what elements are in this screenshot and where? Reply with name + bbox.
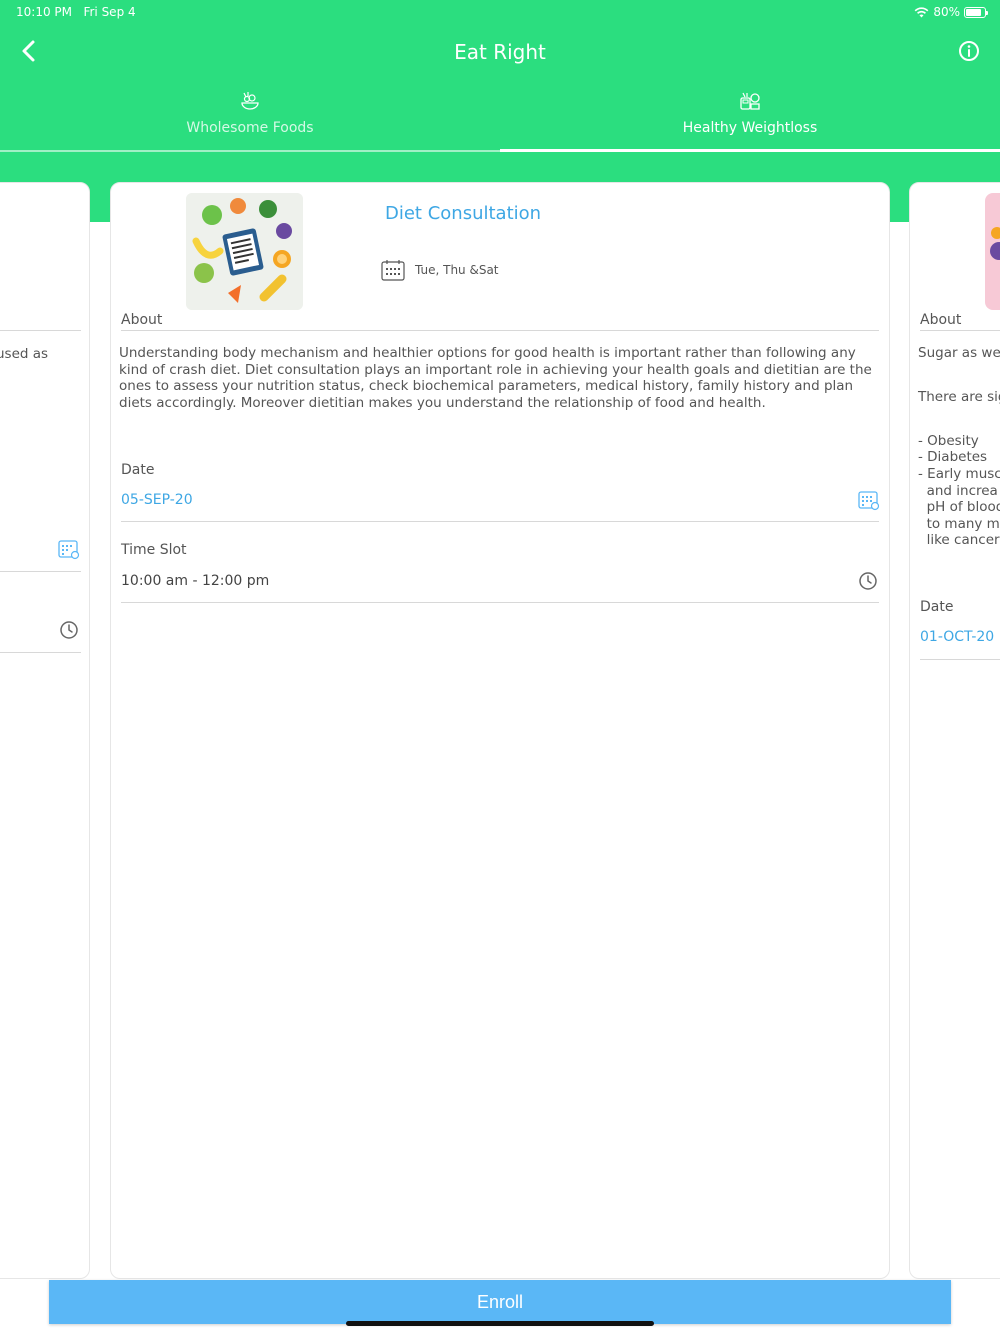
schedule-days: Tue, Thu &Sat xyxy=(415,263,499,277)
battery-icon xyxy=(964,6,988,18)
enroll-button[interactable]: Enroll xyxy=(49,1280,951,1324)
bullet-line: and increa xyxy=(918,483,998,499)
date-value[interactable]: 05-SEP-20 xyxy=(121,492,193,508)
date-label: Date xyxy=(121,462,155,478)
home-indicator xyxy=(346,1321,654,1326)
battery-percent: 80% xyxy=(933,5,960,19)
about-text: Understanding body mechanism and healthi… xyxy=(119,345,872,411)
divider xyxy=(0,571,81,572)
tab-wholesome-foods[interactable]: Wholesome Foods xyxy=(0,82,500,152)
tab-healthy-weightloss[interactable]: Healthy Weightloss xyxy=(500,82,1000,152)
wifi-icon xyxy=(914,6,929,17)
about-label: About xyxy=(121,312,163,328)
date-value[interactable]: 01-OCT-20 xyxy=(920,629,994,645)
food-bowl-icon xyxy=(241,92,259,110)
course-thumbnail xyxy=(985,193,1000,310)
info-icon[interactable] xyxy=(958,40,980,62)
nav-bar: Eat Right xyxy=(0,28,1000,78)
bullet-line: pH of blood xyxy=(918,499,1000,515)
status-date: Fri Sep 4 xyxy=(83,5,136,19)
about-label: About xyxy=(920,312,962,328)
about-text-fragment: used as xyxy=(0,346,49,362)
divider xyxy=(920,330,1000,331)
tab-label: Healthy Weightloss xyxy=(682,120,818,136)
divider xyxy=(0,330,81,331)
status-time-date: 10:10 PM Fri Sep 4 xyxy=(16,5,136,19)
diet-food-illustration xyxy=(186,193,303,310)
scale-food-icon xyxy=(740,92,760,110)
status-time: 10:10 PM xyxy=(16,5,72,19)
about-text-line: There are sig xyxy=(918,389,1000,405)
course-card-next[interactable]: About Sugar as we There are sig - Obesit… xyxy=(909,182,1000,1279)
tab-bar: Wholesome Foods Healthy Weightloss xyxy=(0,82,1000,152)
clock-icon[interactable] xyxy=(59,620,79,640)
bullet-line: to many m xyxy=(918,516,1000,532)
divider xyxy=(920,659,1000,660)
course-card-diet-consultation[interactable]: Diet Consultation Tue, Thu &Sat About Un… xyxy=(110,182,890,1279)
timeslot-value[interactable]: 10:00 am - 12:00 pm xyxy=(121,573,269,589)
page-title: Eat Right xyxy=(454,40,546,64)
timeslot-label: Time Slot xyxy=(121,542,187,558)
clock-icon[interactable] xyxy=(858,571,878,591)
app-header: 10:10 PM Fri Sep 4 80% Eat Right Wholeso… xyxy=(0,0,1000,152)
bullet-line: - Obesity xyxy=(918,433,979,449)
calendar-icon xyxy=(381,260,405,281)
date-label: Date xyxy=(920,599,954,615)
course-title: Diet Consultation xyxy=(385,203,542,224)
status-indicators: 80% xyxy=(914,5,988,19)
bullet-line: like cancer xyxy=(918,532,1000,548)
status-bar: 10:10 PM Fri Sep 4 80% xyxy=(0,0,1000,24)
divider xyxy=(121,330,879,331)
divider xyxy=(121,521,879,522)
calendar-icon[interactable] xyxy=(58,538,80,560)
divider xyxy=(121,602,879,603)
tab-label: Wholesome Foods xyxy=(186,120,314,136)
course-card-previous[interactable]: used as xyxy=(0,182,90,1279)
schedule-row: Tue, Thu &Sat xyxy=(381,259,499,281)
bullet-line: - Early muscl xyxy=(918,466,1000,482)
about-text-line: Sugar as we xyxy=(918,345,1000,361)
bullet-line: - Diabetes xyxy=(918,449,988,465)
calendar-icon[interactable] xyxy=(858,489,880,511)
divider xyxy=(0,652,81,653)
